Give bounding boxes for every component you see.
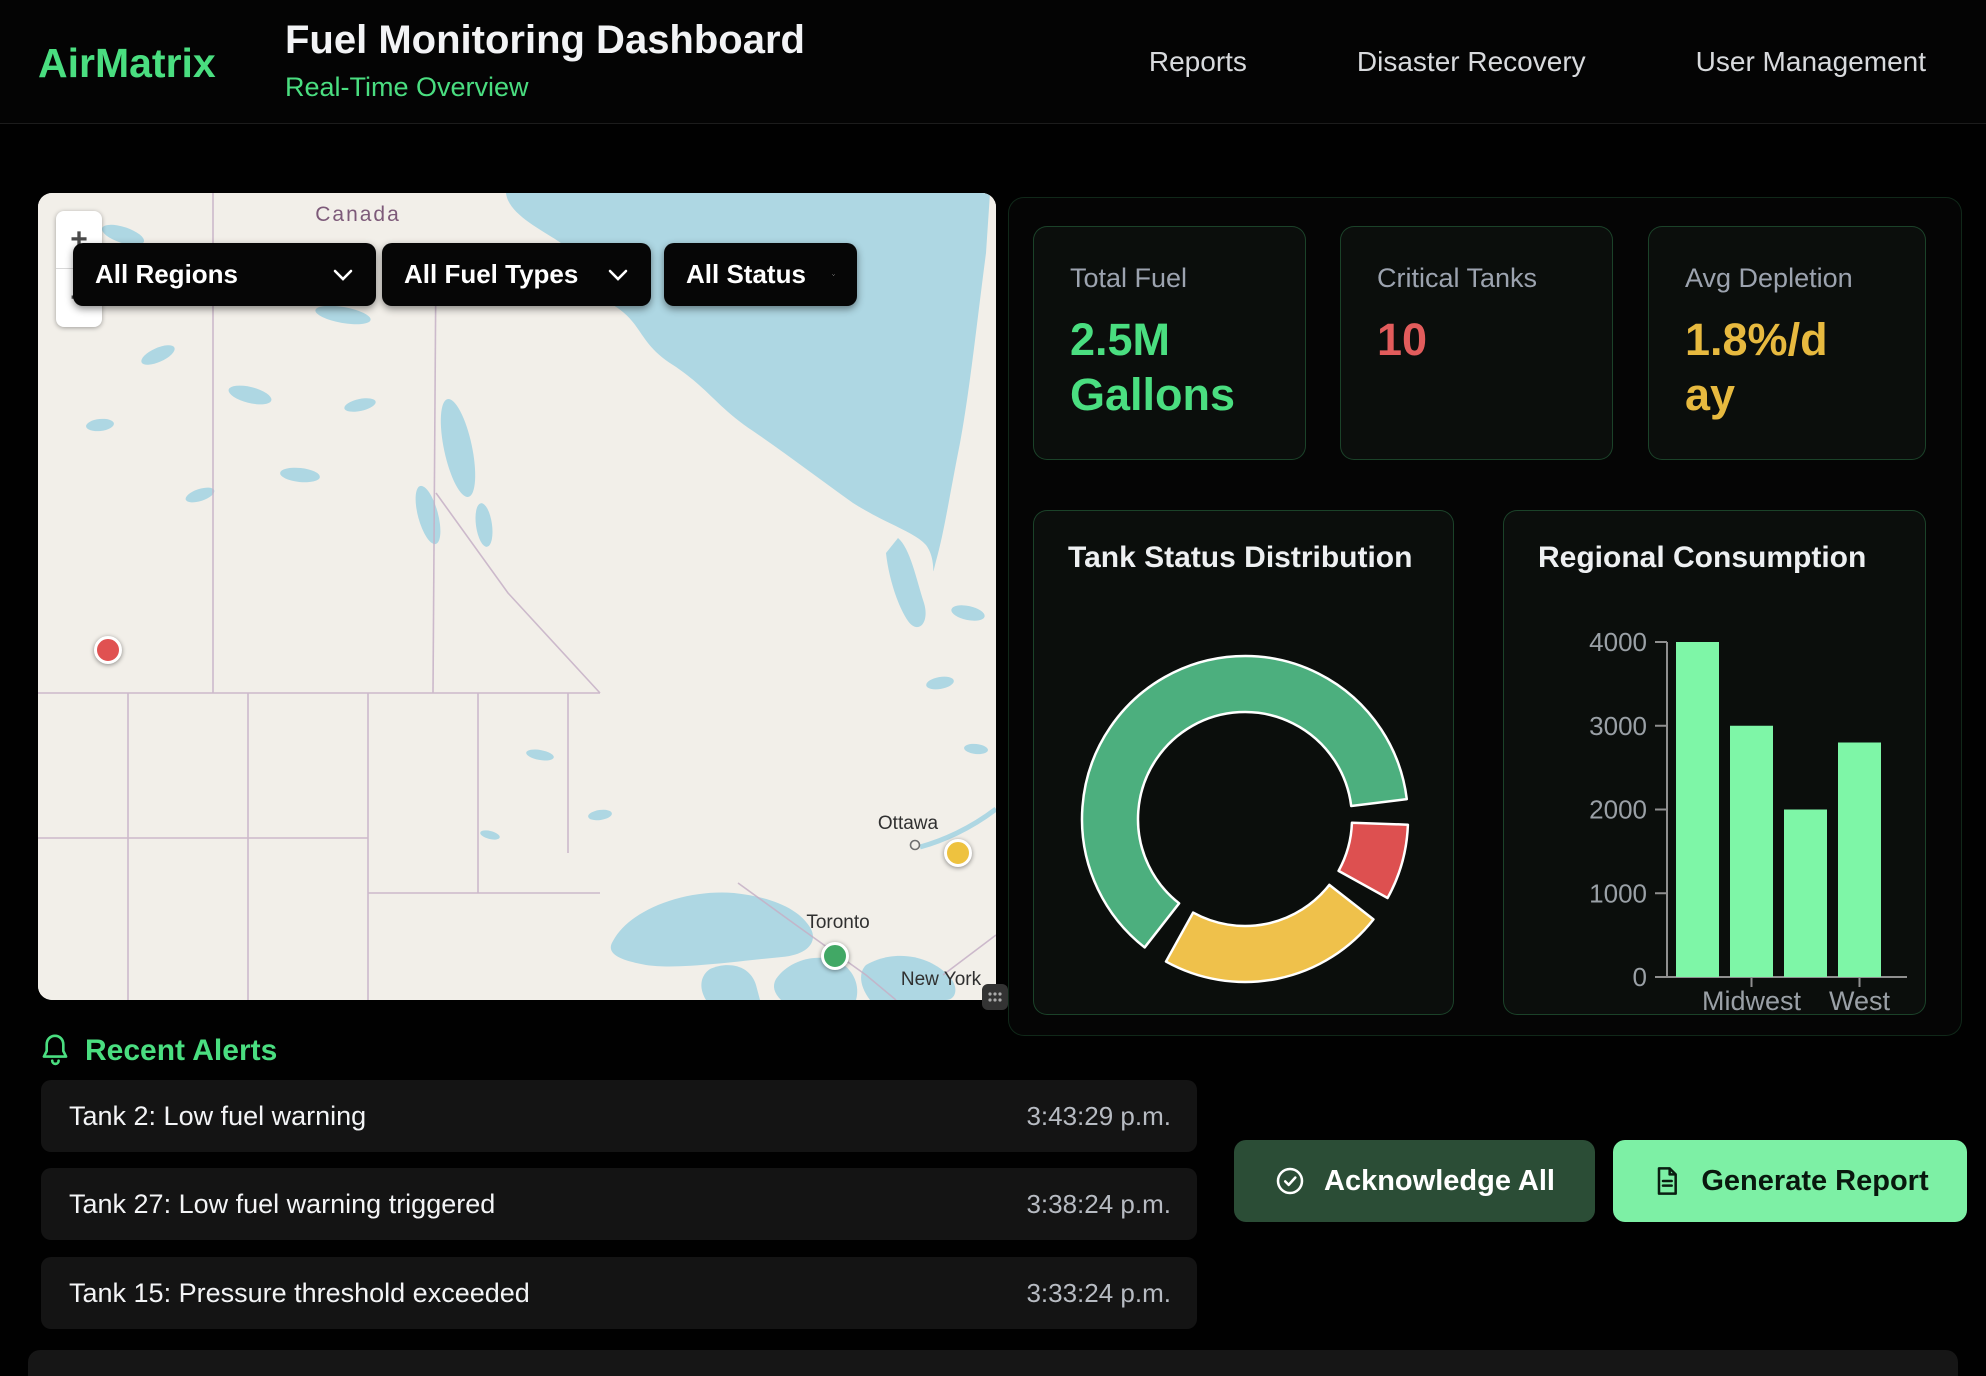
- critical-tanks-label: Critical Tanks: [1377, 263, 1537, 294]
- tank-marker-critical[interactable]: [94, 636, 122, 664]
- donut-segment-normal: [1082, 656, 1407, 947]
- bell-icon: [38, 1033, 72, 1069]
- tank-status-chart-title: Tank Status Distribution: [1068, 541, 1412, 575]
- chevron-down-icon: [607, 268, 629, 282]
- svg-text:1000: 1000: [1589, 878, 1647, 908]
- donut-segment-critical: [1339, 823, 1408, 898]
- avg-depletion-card: Avg Depletion 1.8%/day: [1648, 226, 1926, 460]
- donut-segment-warning: [1166, 885, 1373, 982]
- recent-alerts-title: Recent Alerts: [85, 1034, 277, 1068]
- chevron-down-icon: [332, 268, 354, 282]
- avg-depletion-value: 1.8%/day: [1685, 313, 1845, 423]
- fuel-type-filter-dropdown[interactable]: All Fuel Types: [382, 243, 651, 306]
- drag-grip-icon: [987, 989, 1003, 1005]
- alert-text: Tank 2: Low fuel warning: [69, 1101, 366, 1132]
- total-fuel-value: 2.5M Gallons: [1070, 313, 1280, 423]
- main-nav: Reports Disaster Recovery User Managemen…: [1149, 0, 1926, 124]
- svg-text:West: West: [1829, 986, 1891, 1016]
- nav-disaster-recovery[interactable]: Disaster Recovery: [1357, 46, 1586, 78]
- alert-row-2[interactable]: Tank 27: Low fuel warning triggered 3:38…: [41, 1168, 1197, 1240]
- acknowledge-all-label: Acknowledge All: [1324, 1165, 1555, 1198]
- bar-region-3: [1784, 810, 1827, 978]
- map-label-new-york: New York: [901, 969, 982, 990]
- page-title: Fuel Monitoring Dashboard: [285, 18, 805, 63]
- metrics-panel: Total Fuel 2.5M Gallons Critical Tanks 1…: [1008, 197, 1962, 1036]
- chevron-down-icon: [832, 268, 835, 282]
- region-filter-dropdown[interactable]: All Regions: [73, 243, 376, 306]
- map-label-toronto: Toronto: [806, 912, 869, 933]
- alert-time: 3:43:29 p.m.: [1026, 1101, 1171, 1132]
- page-subtitle: Real-Time Overview: [285, 72, 529, 103]
- acknowledge-all-button[interactable]: Acknowledge All: [1234, 1140, 1595, 1222]
- alert-time: 3:33:24 p.m.: [1026, 1278, 1171, 1309]
- svg-text:3000: 3000: [1589, 711, 1647, 741]
- regional-consumption-chart-title: Regional Consumption: [1538, 541, 1866, 575]
- fuel-monitoring-dashboard: AirMatrix Fuel Monitoring Dashboard Real…: [0, 0, 1986, 1376]
- status-filter-dropdown[interactable]: All Status: [664, 243, 857, 306]
- regional-consumption-chart-card: Regional Consumption 0 1000 2000 3000 4000 Mi…: [1503, 510, 1926, 1015]
- fuel-type-filter-value: All Fuel Types: [404, 259, 578, 290]
- generate-report-label: Generate Report: [1701, 1165, 1928, 1198]
- bar-Midwest: [1730, 726, 1773, 977]
- tank-status-donut-chart: [1034, 511, 1455, 1016]
- alert-text: Tank 27: Low fuel warning triggered: [69, 1189, 495, 1220]
- regional-consumption-bar-chart: 0 1000 2000 3000 4000 Midwest West: [1504, 511, 1927, 1016]
- map-canvas: Canada Ottawa Toronto New York: [38, 193, 996, 1000]
- tank-marker-warning[interactable]: [944, 839, 972, 867]
- svg-text:Midwest: Midwest: [1702, 986, 1802, 1016]
- tank-marker-normal[interactable]: [821, 942, 849, 970]
- alert-text: Tank 15: Pressure threshold exceeded: [69, 1278, 530, 1309]
- map-label-ottawa: Ottawa: [878, 813, 939, 834]
- critical-tanks-card: Critical Tanks 10: [1340, 226, 1613, 460]
- tank-status-chart-card: Tank Status Distribution: [1033, 510, 1454, 1015]
- check-circle-icon: [1274, 1165, 1306, 1197]
- avg-depletion-label: Avg Depletion: [1685, 263, 1853, 294]
- map-label-canada: Canada: [315, 203, 401, 226]
- alert-time: 3:38:24 p.m.: [1026, 1189, 1171, 1220]
- fuel-map[interactable]: Canada Ottawa Toronto New York: [38, 193, 996, 1000]
- bottom-strip: [28, 1350, 1958, 1376]
- region-filter-value: All Regions: [95, 259, 238, 290]
- status-filter-value: All Status: [686, 259, 806, 290]
- top-bar: AirMatrix Fuel Monitoring Dashboard Real…: [0, 0, 1986, 124]
- map-resize-handle[interactable]: [982, 984, 1008, 1010]
- alert-row-3[interactable]: Tank 15: Pressure threshold exceeded 3:3…: [41, 1257, 1197, 1329]
- nav-user-management[interactable]: User Management: [1696, 46, 1926, 78]
- nav-reports[interactable]: Reports: [1149, 46, 1247, 78]
- app-logo: AirMatrix: [38, 40, 216, 87]
- file-text-icon: [1651, 1165, 1683, 1197]
- total-fuel-label: Total Fuel: [1070, 263, 1187, 294]
- bar-region-1: [1676, 642, 1719, 977]
- total-fuel-card: Total Fuel 2.5M Gallons: [1033, 226, 1306, 460]
- svg-text:4000: 4000: [1589, 627, 1647, 657]
- generate-report-button[interactable]: Generate Report: [1613, 1140, 1967, 1222]
- svg-text:2000: 2000: [1589, 795, 1647, 825]
- svg-text:0: 0: [1633, 962, 1647, 992]
- bar-West: [1838, 743, 1881, 978]
- critical-tanks-value: 10: [1377, 313, 1427, 368]
- alert-row-1[interactable]: Tank 2: Low fuel warning 3:43:29 p.m.: [41, 1080, 1197, 1152]
